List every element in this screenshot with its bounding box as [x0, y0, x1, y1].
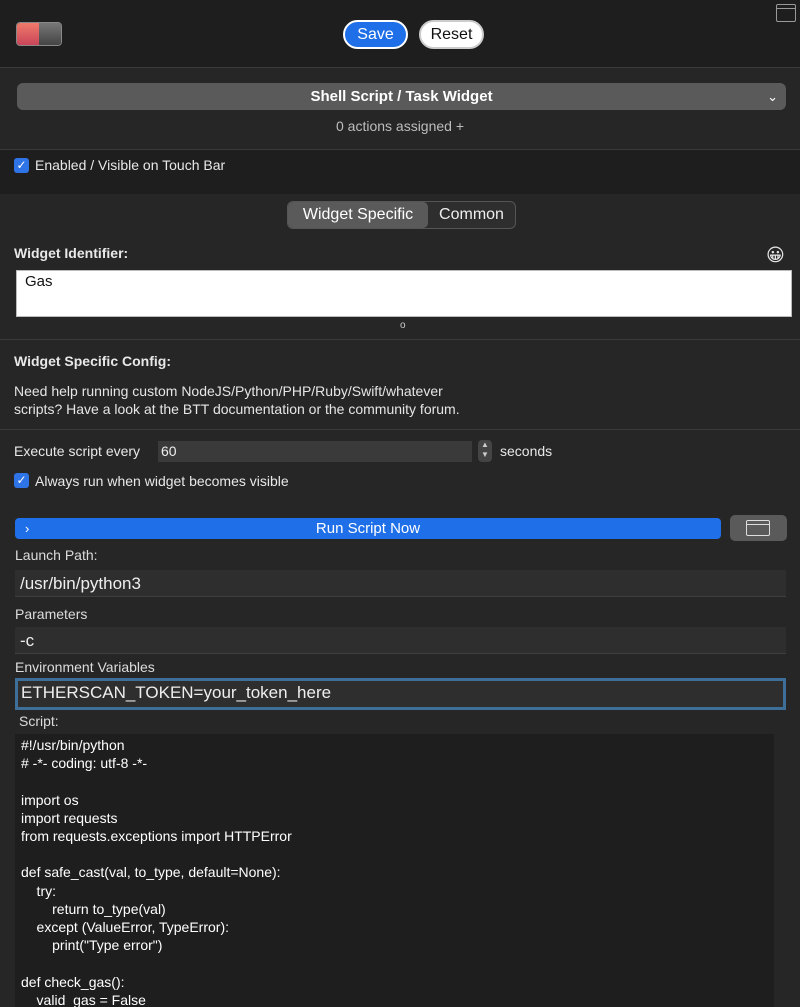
script-line: [21, 845, 768, 863]
tab-common[interactable]: Common: [428, 202, 515, 228]
script-label: Script:: [19, 713, 59, 729]
tab-widget-specific[interactable]: Widget Specific: [288, 202, 428, 228]
app-icon: [16, 22, 62, 46]
script-line: try:: [21, 882, 56, 899]
tab-switcher: Widget Specific Common: [287, 201, 516, 229]
help-text: Need help running custom NodeJS/Python/P…: [14, 382, 574, 418]
execute-interval-input[interactable]: 60: [158, 441, 472, 462]
script-line: [21, 954, 768, 972]
env-variables-label: Environment Variables: [15, 659, 155, 675]
window-icon: [746, 520, 770, 536]
script-line: #!/usr/bin/python: [21, 737, 125, 753]
enabled-label: Enabled / Visible on Touch Bar: [35, 157, 226, 173]
run-script-now-button[interactable]: › Run Script Now: [15, 518, 721, 539]
script-line: # -*- coding: utf-8 -*-: [21, 755, 148, 772]
chevron-down-icon: ⌄: [767, 89, 778, 104]
parameters-label: Parameters: [15, 606, 88, 622]
script-line: import requests: [21, 809, 118, 826]
env-variables-input[interactable]: ETHERSCAN_TOKEN=your_token_here: [15, 678, 786, 710]
help-line-1: Need help running custom NodeJS/Python/P…: [14, 383, 443, 399]
always-run-label: Always run when widget becomes visible: [35, 473, 289, 489]
resize-handle-icon[interactable]: o: [400, 320, 406, 331]
widget-identifier-label: Widget Identifier:: [14, 245, 129, 261]
config-title: Widget Specific Config:: [14, 353, 171, 369]
script-line: from requests.exceptions import HTTPErro…: [21, 828, 292, 845]
script-editor[interactable]: #!/usr/bin/python # -*- coding: utf-8 -*-…: [15, 734, 774, 1007]
seconds-label: seconds: [500, 443, 553, 459]
divider: [0, 429, 800, 430]
reset-button[interactable]: Reset: [419, 20, 484, 49]
actions-assigned-link[interactable]: 0 actions assigned +: [0, 118, 800, 134]
script-line: import os: [21, 791, 79, 808]
toolbar: Save Reset: [0, 0, 800, 68]
open-window-button[interactable]: [730, 515, 787, 541]
trigger-type-dropdown[interactable]: Shell Script / Task Widget ⌄: [17, 83, 786, 110]
save-button[interactable]: Save: [343, 20, 408, 49]
help-line-2: scripts? Have a look at the BTT document…: [14, 401, 460, 417]
enabled-checkbox[interactable]: ✓: [14, 158, 29, 173]
script-line: valid_gas = False: [21, 991, 146, 1007]
script-line: def safe_cast(val, to_type, default=None…: [21, 864, 281, 881]
script-line: print("Type error"): [21, 937, 163, 954]
divider: [0, 339, 800, 340]
window-icon[interactable]: [776, 4, 796, 22]
run-script-now-label: Run Script Now: [315, 520, 421, 537]
execute-label: Execute script every: [14, 443, 141, 459]
script-line: [21, 772, 768, 790]
trigger-type-label: Shell Script / Task Widget: [310, 88, 493, 105]
launch-path-label: Launch Path:: [15, 547, 98, 563]
script-line: return to_type(val): [21, 900, 166, 917]
chevron-right-icon: ›: [25, 521, 30, 536]
script-line: except (ValueError, TypeError):: [21, 919, 230, 936]
interval-stepper[interactable]: ▲ ▼: [478, 440, 492, 462]
parameters-input[interactable]: -c: [15, 627, 786, 654]
always-run-checkbox[interactable]: ✓: [14, 473, 29, 488]
launch-path-input[interactable]: /usr/bin/python3: [15, 570, 786, 597]
script-line: def check_gas():: [21, 973, 125, 990]
emoji-picker-icon[interactable]: 😀: [766, 245, 785, 266]
widget-identifier-input[interactable]: Gas: [16, 270, 792, 317]
